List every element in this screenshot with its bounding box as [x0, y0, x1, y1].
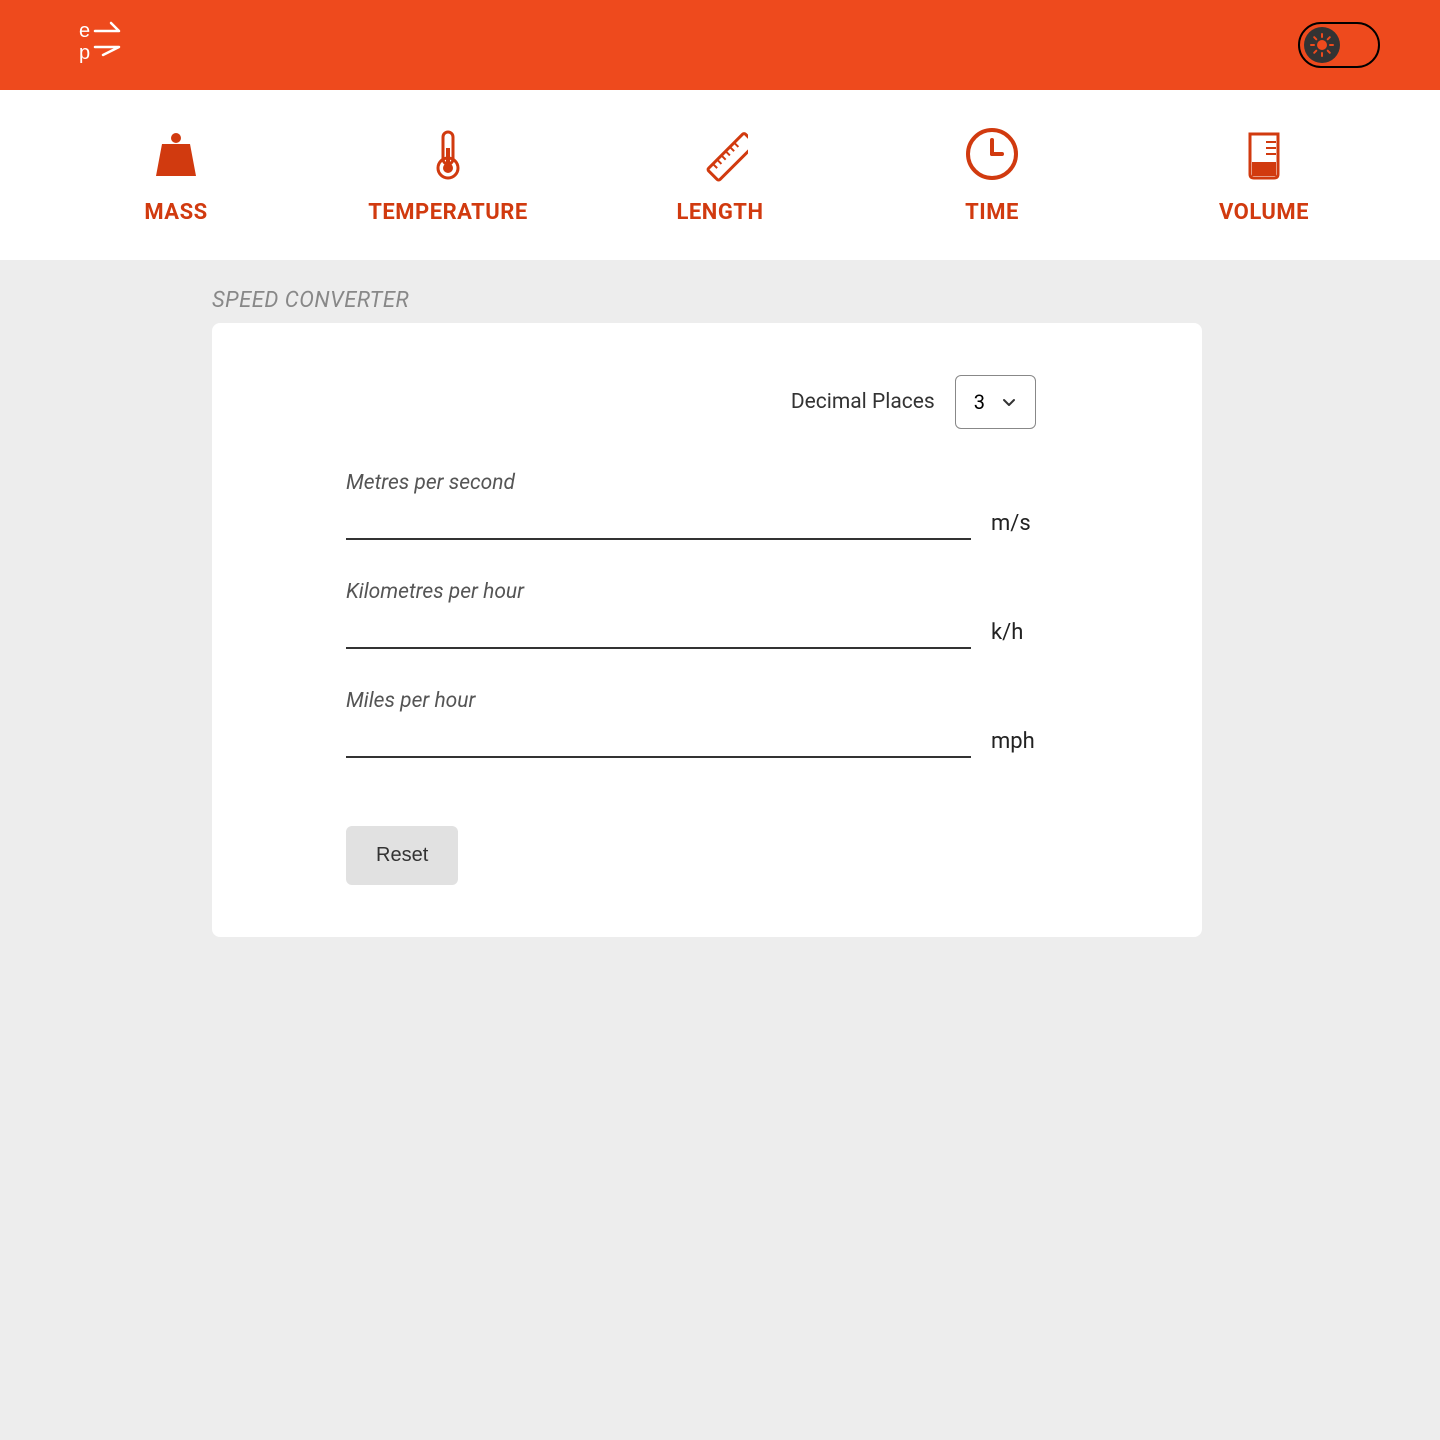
theme-toggle[interactable]: [1298, 22, 1380, 68]
nav-label: MASS: [144, 200, 207, 225]
nav-bar: MASS TEMPERATURE: [0, 90, 1440, 260]
reset-button[interactable]: Reset: [346, 826, 458, 885]
field-unit: k/h: [991, 620, 1023, 649]
converter-card: Decimal Places 3 Metres per second m/s K…: [212, 323, 1202, 937]
nav-label: TIME: [965, 200, 1019, 225]
field-label: Metres per second: [346, 471, 1136, 495]
field-kilometres-per-hour: Kilometres per hour k/h: [346, 580, 1136, 649]
sun-icon: [1304, 27, 1340, 63]
nav-label: VOLUME: [1219, 200, 1309, 225]
nav-label: TEMPERATURE: [368, 200, 527, 225]
content: SPEED CONVERTER Decimal Places 3 Metres …: [0, 260, 1440, 937]
nav-item-mass[interactable]: MASS: [40, 126, 312, 225]
field-label: Miles per hour: [346, 689, 1136, 713]
mph-input[interactable]: [346, 721, 971, 758]
chevron-down-icon: [1001, 394, 1017, 410]
field-unit: mph: [991, 729, 1035, 758]
decimal-value: 3: [974, 390, 985, 414]
logo: e p: [75, 17, 129, 74]
section-title: SPEED CONVERTER: [212, 288, 1440, 313]
nav-item-temperature[interactable]: TEMPERATURE: [312, 126, 584, 225]
beaker-icon: [1236, 126, 1292, 182]
thermometer-icon: [420, 126, 476, 182]
clock-icon: [964, 126, 1020, 182]
decimal-row: Decimal Places 3: [346, 375, 1136, 429]
top-bar: e p: [0, 0, 1440, 90]
nav-label: LENGTH: [677, 200, 764, 225]
mps-input[interactable]: [346, 503, 971, 540]
decimal-label: Decimal Places: [791, 390, 935, 414]
nav-item-length[interactable]: LENGTH: [584, 126, 856, 225]
svg-text:e: e: [79, 20, 90, 42]
field-miles-per-hour: Miles per hour mph: [346, 689, 1136, 758]
decimal-select[interactable]: 3: [955, 375, 1036, 429]
field-unit: m/s: [991, 511, 1031, 540]
field-label: Kilometres per hour: [346, 580, 1136, 604]
ruler-icon: [692, 126, 748, 182]
nav-item-volume[interactable]: VOLUME: [1128, 126, 1400, 225]
weight-icon: [148, 126, 204, 182]
kph-input[interactable]: [346, 612, 971, 649]
svg-text:p: p: [79, 42, 90, 64]
nav-item-time[interactable]: TIME: [856, 126, 1128, 225]
field-metres-per-second: Metres per second m/s: [346, 471, 1136, 540]
